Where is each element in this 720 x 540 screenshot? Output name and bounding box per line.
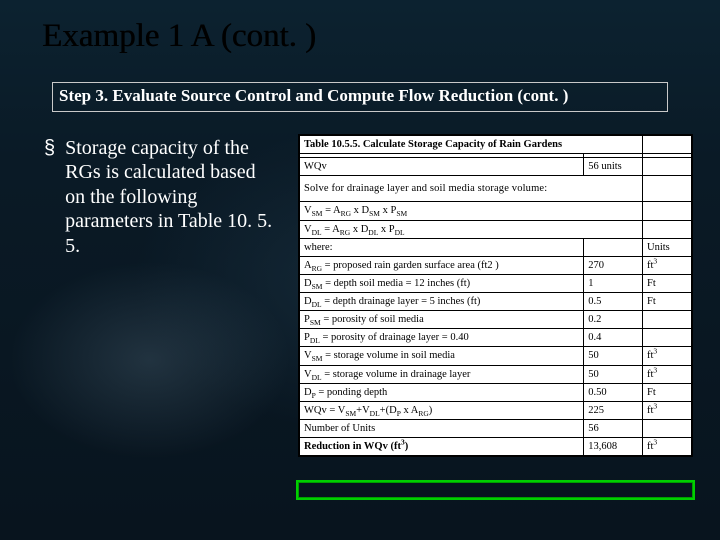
- param-val: 0.5: [584, 293, 643, 311]
- param-val: 50: [584, 347, 643, 365]
- where-label: where:: [300, 238, 584, 256]
- param-val: 50: [584, 365, 643, 383]
- table-row: Number of Units 56: [300, 419, 692, 437]
- wqv-value: 56 units: [584, 158, 643, 176]
- table-row: Solve for drainage layer and soil media …: [300, 176, 692, 202]
- param-val: 270: [584, 256, 643, 274]
- param-unit: [642, 419, 691, 437]
- param-val: 225: [584, 401, 643, 419]
- reduction-unit: ft3: [642, 438, 691, 456]
- table-row: DSM = depth soil media = 12 inches (ft) …: [300, 274, 692, 292]
- param-val: 56: [584, 419, 643, 437]
- param-desc: WQv = VSM+VDL+(DP x ARG): [300, 401, 584, 419]
- param-unit: [642, 311, 691, 329]
- param-unit: Ft: [642, 383, 691, 401]
- param-val: 0.2: [584, 311, 643, 329]
- page-title: Example 1 A (cont. ): [42, 18, 316, 55]
- solve-text: Solve for drainage layer and soil media …: [300, 176, 643, 202]
- param-unit: ft3: [642, 365, 691, 383]
- table-row: PDL = porosity of drainage layer = 0.40 …: [300, 329, 692, 347]
- table-row: ARG = proposed rain garden surface area …: [300, 256, 692, 274]
- param-desc: Number of Units: [300, 419, 584, 437]
- param-val: 0.50: [584, 383, 643, 401]
- table-row: WQv 56 units: [300, 158, 692, 176]
- param-desc: DDL = depth drainage layer = 5 inches (f…: [300, 293, 584, 311]
- param-desc: DSM = depth soil media = 12 inches (ft): [300, 274, 584, 292]
- units-label: Units: [642, 238, 691, 256]
- param-desc: VSM = storage volume in soil media: [300, 347, 584, 365]
- table-row: WQv = VSM+VDL+(DP x ARG) 225 ft3: [300, 401, 692, 419]
- subtitle-text: Step 3. Evaluate Source Control and Comp…: [59, 86, 661, 106]
- param-unit: ft3: [642, 401, 691, 419]
- table-row: where: Units: [300, 238, 692, 256]
- table-row: DP = ponding depth 0.50 Ft: [300, 383, 692, 401]
- reduction-val: 13,608: [584, 438, 643, 456]
- eq-vsm: VSM = ARG x DSM x PSM: [300, 202, 643, 220]
- table-row: VDL = ARG x DDL x PDL: [300, 220, 692, 238]
- param-unit: Ft: [642, 293, 691, 311]
- table-caption: Table 10.5.5. Calculate Storage Capacity…: [300, 136, 643, 154]
- param-desc: PSM = porosity of soil media: [300, 311, 584, 329]
- table-row: VSM = storage volume in soil media 50 ft…: [300, 347, 692, 365]
- bullet-marker: §: [44, 136, 55, 258]
- param-val: 0.4: [584, 329, 643, 347]
- highlight-outline: [296, 480, 695, 500]
- param-unit: ft3: [642, 256, 691, 274]
- eq-vdl: VDL = ARG x DDL x PDL: [300, 220, 643, 238]
- param-desc: ARG = proposed rain garden surface area …: [300, 256, 584, 274]
- bullet-item: § Storage capacity of the RGs is calcula…: [44, 136, 280, 258]
- parameters-table: Table 10.5.5. Calculate Storage Capacity…: [298, 134, 693, 457]
- bullet-text: Storage capacity of the RGs is calculate…: [65, 136, 280, 258]
- table-row: DDL = depth drainage layer = 5 inches (f…: [300, 293, 692, 311]
- param-val: 1: [584, 274, 643, 292]
- param-unit: Ft: [642, 274, 691, 292]
- table-caption-row: Table 10.5.5. Calculate Storage Capacity…: [300, 136, 692, 154]
- slide: Example 1 A (cont. ) Step 3. Evaluate So…: [0, 0, 720, 540]
- subtitle-box: Step 3. Evaluate Source Control and Comp…: [52, 82, 668, 112]
- param-unit: ft3: [642, 347, 691, 365]
- wqv-label: WQv: [300, 158, 584, 176]
- param-unit: [642, 329, 691, 347]
- param-desc: DP = ponding depth: [300, 383, 584, 401]
- param-desc: VDL = storage volume in drainage layer: [300, 365, 584, 383]
- table-row: VDL = storage volume in drainage layer 5…: [300, 365, 692, 383]
- reduction-label: Reduction in WQv (ft3): [300, 438, 584, 456]
- table-row: PSM = porosity of soil media 0.2: [300, 311, 692, 329]
- table-row: VSM = ARG x DSM x PSM: [300, 202, 692, 220]
- param-desc: PDL = porosity of drainage layer = 0.40: [300, 329, 584, 347]
- highlight-row: Reduction in WQv (ft3) 13,608 ft3: [300, 438, 692, 456]
